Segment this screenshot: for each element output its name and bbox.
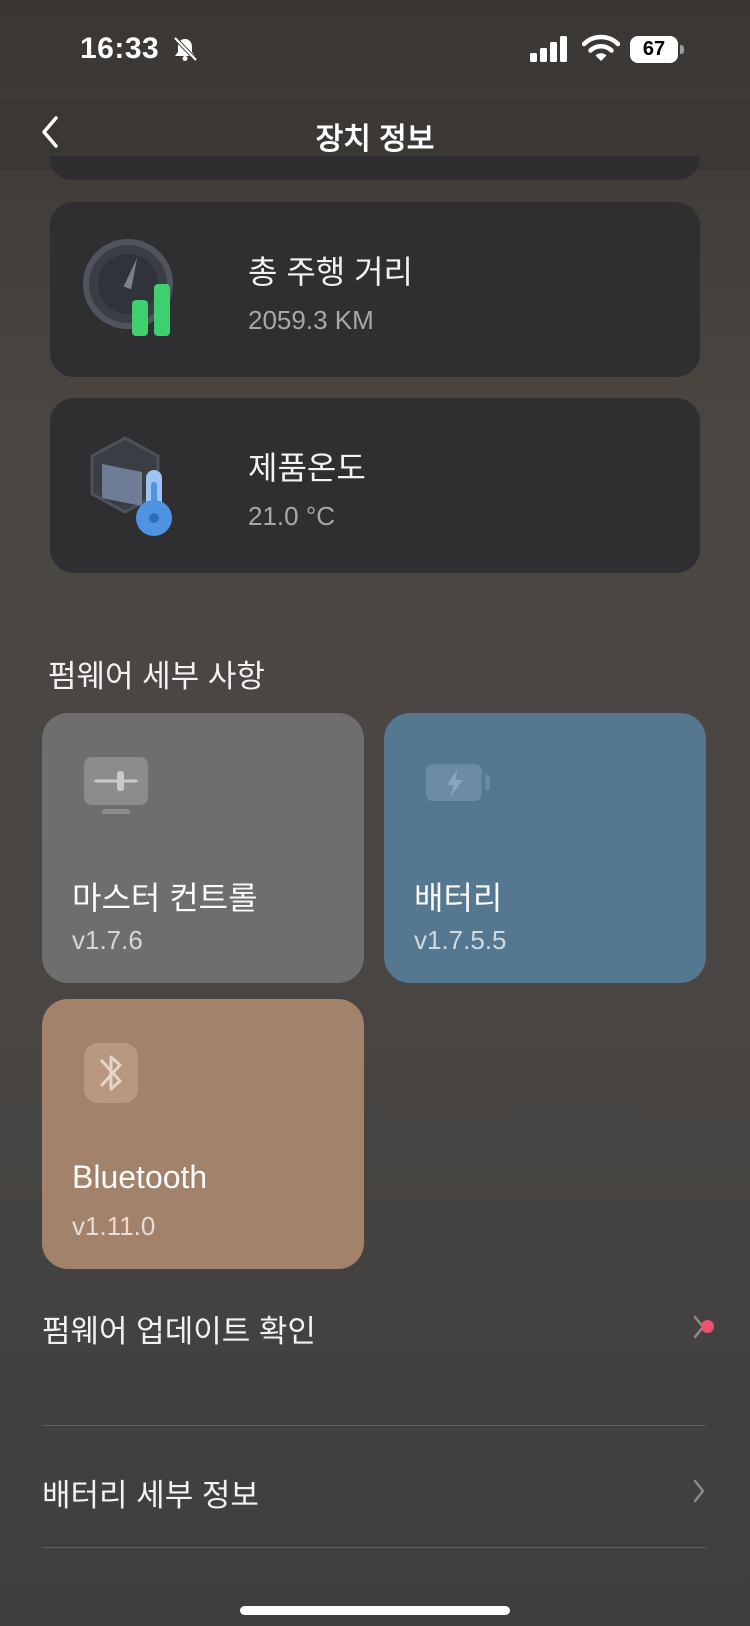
battery-indicator: 67: [630, 36, 684, 63]
previous-card-edge: [50, 156, 700, 180]
list-divider: [42, 1425, 706, 1426]
firmware-card-battery[interactable]: 배터리 v1.7.5.5: [384, 713, 706, 983]
total-distance-card: 총 주행 거리 2059.3 KM: [50, 202, 700, 377]
cellular-signal-icon: [530, 36, 567, 62]
controller-icon: [84, 757, 148, 814]
info-card-title: 제품온도: [248, 450, 366, 486]
battery-details-row[interactable]: 배터리 세부 정보: [42, 1470, 706, 1590]
info-card-value: 21.0 °C: [248, 501, 336, 531]
firmware-version: v1.11.0: [72, 1211, 156, 1241]
wifi-icon: [582, 34, 620, 61]
battery-charging-icon: [425, 764, 490, 801]
odometer-gauge-icon: [83, 239, 173, 336]
product-temperature-card: 제품온도 21.0 °C: [50, 398, 700, 573]
page-title: 장치 정보: [315, 123, 435, 156]
status-bar: 16:33 67: [0, 0, 750, 100]
firmware-name: Bluetooth: [72, 1159, 208, 1195]
info-card-title: 총 주행 거리: [248, 254, 413, 290]
battery-level: 67: [630, 36, 678, 63]
status-time: 16:33: [80, 32, 160, 65]
firmware-version: v1.7.6: [72, 925, 143, 955]
firmware-name: 배터리: [414, 880, 503, 916]
list-item-label: 펌웨어 업데이트 확인: [42, 1314, 316, 1349]
bell-muted-icon: [173, 36, 198, 62]
list-item-label: 배터리 세부 정보: [42, 1478, 259, 1513]
home-indicator[interactable]: [240, 1606, 510, 1615]
bluetooth-icon: [84, 1043, 138, 1103]
battery-tip: [680, 45, 684, 54]
firmware-update-check-row[interactable]: 펌웨어 업데이트 확인: [42, 1306, 706, 1426]
firmware-card-bluetooth[interactable]: Bluetooth v1.11.0: [42, 999, 364, 1269]
info-card-value: 2059.3 KM: [248, 305, 374, 335]
firmware-version: v1.7.5.5: [414, 925, 507, 955]
firmware-section-title: 펌웨어 세부 사항: [48, 659, 265, 694]
firmware-card-master-control[interactable]: 마스터 컨트롤 v1.7.6: [42, 713, 364, 983]
firmware-name: 마스터 컨트롤: [72, 880, 258, 916]
list-divider: [42, 1547, 706, 1548]
chevron-right-icon: [693, 1479, 705, 1503]
update-badge-dot: [701, 1320, 714, 1333]
thermometer-icon: [90, 436, 172, 536]
